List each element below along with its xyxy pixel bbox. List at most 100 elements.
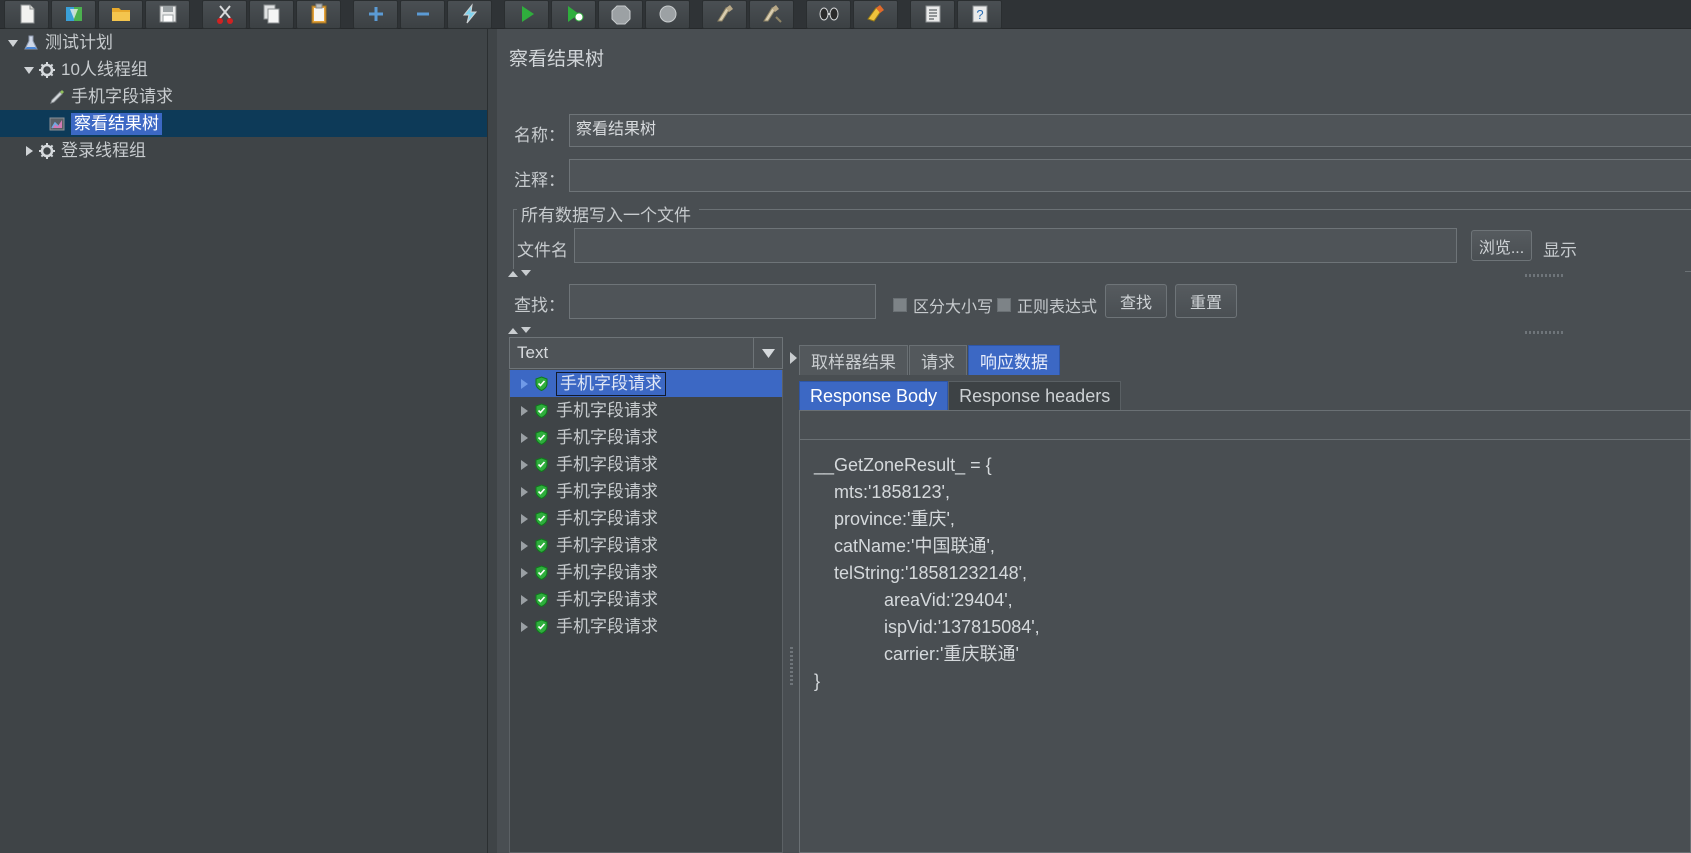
list-item-label: 手机字段请求 (556, 535, 658, 555)
test-plan-tree[interactable]: 测试计划 10人线程组 手机字段请求 察看结果树 登录线程组 (0, 29, 488, 853)
comment-input[interactable] (569, 159, 1691, 192)
clear-all-icon[interactable] (749, 0, 794, 29)
splitter-arrows-icon[interactable] (507, 269, 533, 278)
copy-icon[interactable] (249, 0, 294, 29)
reset-search-icon[interactable] (853, 0, 898, 29)
results-vertical-splitter[interactable] (787, 337, 797, 853)
case-sensitive-checkbox[interactable]: 区分大小写 (893, 293, 993, 317)
list-item[interactable]: 手机字段请求 (510, 613, 782, 640)
find-button[interactable]: 查找 (1105, 284, 1167, 318)
name-input[interactable]: 察看结果树 (569, 114, 1691, 147)
list-item-label: 手机字段请求 (556, 371, 666, 396)
success-shield-icon (535, 403, 548, 418)
filename-input[interactable] (574, 228, 1457, 263)
regex-label: 正则表达式 (1017, 299, 1098, 316)
browse-button[interactable]: 浏览... (1471, 230, 1532, 261)
chevron-right-icon[interactable] (518, 567, 530, 579)
tab-sampler-result[interactable]: 取样器结果 (799, 345, 908, 375)
list-item[interactable]: 手机字段请求 (510, 586, 782, 613)
find-input[interactable] (569, 284, 876, 319)
tab-request[interactable]: 请求 (909, 345, 967, 375)
list-item[interactable]: 手机字段请求 (510, 559, 782, 586)
chevron-right-icon[interactable] (518, 378, 530, 390)
paste-icon[interactable] (296, 0, 341, 29)
result-list[interactable]: 手机字段请求 手机字段请求 手机字段请求 手机字段请求 手机字段请求 手机字段请… (509, 370, 783, 853)
thread-group-icon (39, 61, 55, 78)
chevron-right-icon[interactable] (518, 594, 530, 606)
new-icon[interactable] (4, 0, 49, 29)
test-plan-icon (24, 35, 38, 49)
response-body-view[interactable]: __GetZoneResult_ = { mts:'1858123', prov… (799, 440, 1691, 853)
tree-node-thread-group-2[interactable]: 登录线程组 (0, 137, 487, 164)
stop-icon[interactable] (598, 0, 643, 29)
start-icon[interactable] (504, 0, 549, 29)
tree-node-label: 手机字段请求 (71, 86, 173, 106)
clear-icon[interactable] (702, 0, 747, 29)
function-helper-icon[interactable] (910, 0, 955, 29)
tree-node-test-plan[interactable]: 测试计划 (0, 29, 487, 56)
chevron-right-icon[interactable] (518, 486, 530, 498)
list-item[interactable]: 手机字段请求 (510, 451, 782, 478)
expand-all-icon[interactable] (353, 0, 398, 29)
search-icon[interactable] (806, 0, 851, 29)
chevron-down-icon[interactable] (6, 36, 20, 50)
splitter-arrows-icon[interactable] (507, 326, 533, 335)
collapse-all-icon[interactable] (400, 0, 445, 29)
list-item-label: 手机字段请求 (556, 562, 658, 582)
chevron-right-icon[interactable] (22, 144, 36, 158)
list-item[interactable]: 手机字段请求 (510, 424, 782, 451)
success-shield-icon (535, 619, 548, 634)
main-toolbar: ? (0, 0, 1691, 29)
reset-button[interactable]: 重置 (1175, 284, 1237, 318)
success-shield-icon (535, 592, 548, 607)
list-item[interactable]: 手机字段请求 (510, 505, 782, 532)
chevron-right-icon[interactable] (518, 513, 530, 525)
renderer-select[interactable]: Text (509, 337, 783, 369)
start-no-pauses-icon[interactable] (551, 0, 596, 29)
open-icon[interactable] (98, 0, 143, 29)
name-label: 名称： (514, 126, 565, 145)
tree-node-label: 10人线程组 (61, 59, 148, 79)
success-shield-icon (535, 484, 548, 499)
comment-label: 注释： (514, 171, 565, 190)
list-item[interactable]: 手机字段请求 (510, 370, 782, 397)
success-shield-icon (535, 430, 548, 445)
templates-icon[interactable] (51, 0, 96, 29)
list-item[interactable]: 手机字段请求 (510, 478, 782, 505)
chevron-right-icon[interactable] (518, 432, 530, 444)
horizontal-splitter-1[interactable] (505, 269, 1685, 281)
show-label: 显示 (1543, 241, 1577, 260)
save-icon[interactable] (145, 0, 190, 29)
tree-node-http-sampler[interactable]: 手机字段请求 (0, 83, 487, 110)
tree-node-thread-group-1[interactable]: 10人线程组 (0, 56, 487, 83)
view-results-tree-panel: 察看结果树 名称： 察看结果树 注释： 所有数据写入一个文件 文件名 浏览...… (497, 29, 1691, 853)
tab-response-body[interactable]: Response Body (799, 381, 949, 411)
checkbox-box[interactable] (997, 298, 1011, 312)
tree-node-view-results-tree[interactable]: 察看结果树 (0, 110, 487, 137)
tab-scroll-right-icon[interactable] (789, 347, 799, 369)
tab-response-headers[interactable]: Response headers (948, 381, 1122, 411)
chevron-right-icon[interactable] (518, 621, 530, 633)
success-shield-icon (535, 565, 548, 580)
help-icon[interactable]: ? (957, 0, 1002, 29)
chevron-down-icon[interactable] (22, 63, 36, 77)
chevron-right-icon[interactable] (518, 405, 530, 417)
toggle-icon[interactable] (447, 0, 492, 29)
tab-response-data[interactable]: 响应数据 (968, 345, 1060, 375)
list-item[interactable]: 手机字段请求 (510, 532, 782, 559)
response-search-input[interactable] (799, 410, 1691, 440)
group-top-border (699, 209, 1691, 210)
success-shield-icon (535, 376, 548, 391)
chevron-right-icon[interactable] (518, 459, 530, 471)
regex-checkbox[interactable]: 正则表达式 (997, 293, 1097, 317)
chevron-right-icon[interactable] (518, 540, 530, 552)
chevron-down-icon[interactable] (753, 338, 782, 368)
checkbox-box[interactable] (893, 298, 907, 312)
success-shield-icon (535, 538, 548, 553)
response-inner-tabs: Response Body Response headers (799, 379, 1122, 411)
tree-node-label: 测试计划 (45, 32, 113, 52)
shutdown-icon[interactable] (645, 0, 690, 29)
cut-icon[interactable] (202, 0, 247, 29)
list-item[interactable]: 手机字段请求 (510, 397, 782, 424)
view-results-tree-icon (49, 117, 65, 130)
